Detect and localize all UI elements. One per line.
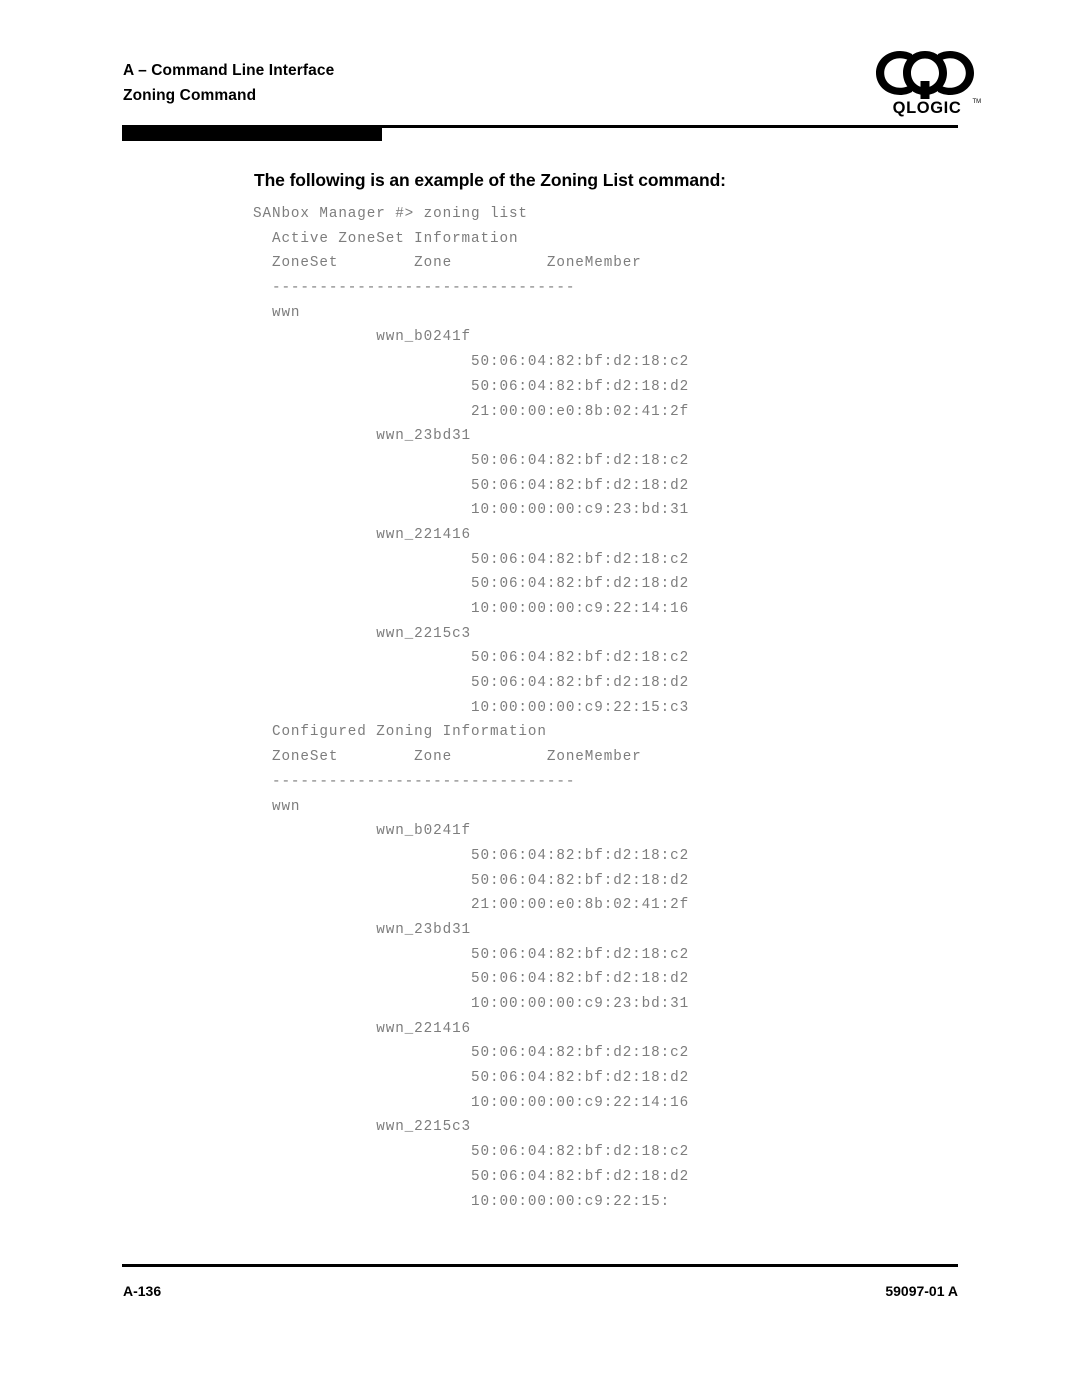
- cli-output-line: wwn_b0241f: [253, 823, 472, 840]
- cli-output-line: 10:00:00:00:c9:22:14:16: [253, 1094, 690, 1111]
- cli-output-line: 10:00:00:00:c9:23:bd:31: [253, 996, 690, 1012]
- cli-output-line: ZoneSet Zone ZoneMember: [253, 749, 642, 766]
- cli-output-line: 10:00:00:00:c9:23:bd:31: [253, 502, 690, 519]
- cli-output-line: wwn_221416: [253, 1020, 472, 1037]
- cli-output-line: --------------------------------: [253, 280, 576, 297]
- cli-output-block: SANbox Manager #> zoning list Active Zon…: [253, 202, 689, 1214]
- cli-output-line: 21:00:00:e0:8b:02:41:2f: [253, 897, 690, 914]
- cli-output-line: wwn_2215c3: [253, 625, 472, 642]
- section-heading: The following is an example of the Zonin…: [254, 170, 726, 190]
- cli-output-line: 50:06:04:82:bf:d2:18:c2: [253, 354, 690, 371]
- cli-output-line: 50:06:04:82:bf:d2:18:c2: [253, 452, 690, 469]
- cli-output-line: 10:00:00:00:c9:22:15:c3: [253, 699, 690, 716]
- cli-output-line: wwn_b0241f: [253, 329, 472, 346]
- svg-text:QLOGIC: QLOGIC: [893, 99, 962, 117]
- header-title-line-1: A – Command Line Interface: [123, 62, 335, 79]
- cli-output-line: 50:06:04:82:bf:d2:18:d2: [253, 1168, 690, 1185]
- cli-output-line: 50:06:04:82:bf:d2:18:d2: [253, 477, 690, 494]
- cli-output-line: --------------------------------: [253, 773, 576, 790]
- cli-output-line: 10:00:00:00:c9:22:14:16: [253, 601, 690, 617]
- footer-rule: [122, 1264, 958, 1267]
- cli-output-line: wwn: [253, 304, 301, 321]
- cli-output-line: 50:06:04:82:bf:d2:18:d2: [253, 1070, 690, 1087]
- cli-output-line: 50:06:04:82:bf:d2:18:c2: [253, 946, 690, 963]
- qlogic-logo: QLOGIC TM: [872, 47, 982, 119]
- cli-output-line: 21:00:00:e0:8b:02:41:2f: [253, 403, 690, 420]
- footer-document-number: 59097-01 A: [885, 1283, 958, 1299]
- cli-output-line: 10:00:00:00:c9:22:15:: [253, 1193, 671, 1210]
- footer-page-number: A-136: [123, 1283, 162, 1299]
- cli-output-line: 50:06:04:82:bf:d2:18:c2: [253, 551, 690, 568]
- cli-output-line: Configured Zoning Information: [253, 724, 547, 741]
- cli-output-line: wwn_23bd31: [253, 921, 472, 938]
- cli-output-line: 50:06:04:82:bf:d2:18:d2: [253, 576, 690, 593]
- cli-output-line: 50:06:04:82:bf:d2:18:c2: [253, 847, 690, 864]
- cli-output-line: 50:06:04:82:bf:d2:18:d2: [253, 378, 690, 395]
- cli-output-line: wwn_2215c3: [253, 1119, 472, 1136]
- cli-output-line: 50:06:04:82:bf:d2:18:d2: [253, 872, 690, 889]
- cli-output-line: 50:06:04:82:bf:d2:18:c2: [253, 1144, 690, 1161]
- header-black-block: [122, 125, 382, 141]
- cli-output-line: 50:06:04:82:bf:d2:18:c2: [253, 650, 690, 667]
- cli-output-line: wwn_23bd31: [253, 428, 472, 445]
- cli-output-line: 50:06:04:82:bf:d2:18:d2: [253, 675, 690, 692]
- document-page: A – Command Line Interface Zoning Comman…: [0, 0, 1080, 1397]
- cli-output-line: 50:06:04:82:bf:d2:18:c2: [253, 1045, 690, 1062]
- cli-output-line: wwn: [253, 798, 301, 815]
- cli-output-line: ZoneSet Zone ZoneMember: [253, 255, 642, 272]
- cli-output-line: SANbox Manager #> zoning list: [253, 206, 528, 222]
- page-header: A – Command Line Interface Zoning Comman…: [0, 0, 1080, 150]
- cli-output-line: wwn_221416: [253, 526, 472, 543]
- cli-output-line: Active ZoneSet Information: [253, 230, 519, 247]
- header-title-line-2: Zoning Command: [123, 87, 257, 104]
- cli-output-line: 50:06:04:82:bf:d2:18:d2: [253, 971, 690, 988]
- svg-text:TM: TM: [973, 99, 982, 105]
- header-title-group: A – Command Line Interface Zoning Comman…: [123, 58, 334, 108]
